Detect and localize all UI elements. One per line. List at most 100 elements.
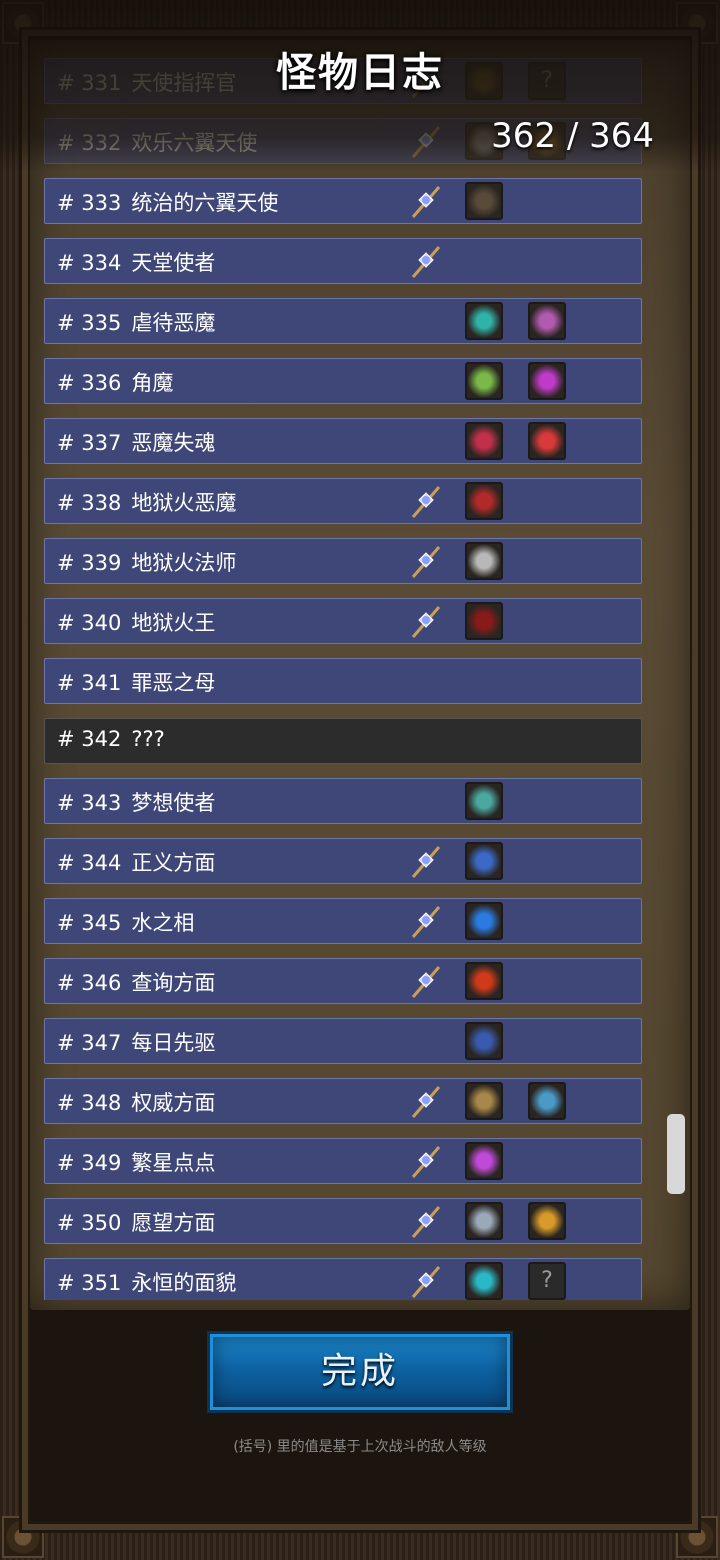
monster-number: # 338 — [57, 491, 122, 515]
amulet-red-icon[interactable] — [465, 422, 503, 460]
amulet-crimson-icon[interactable] — [528, 422, 566, 460]
monster-row[interactable]: # 343 梦想使者 — [44, 778, 642, 824]
monster-entry-text: # 347 每日先驱 — [57, 1027, 215, 1057]
dark-wings-icon[interactable] — [465, 182, 503, 220]
monster-row[interactable]: # 341 罪恶之母 — [44, 658, 642, 704]
magic-staff-icon — [409, 1145, 443, 1179]
blue-armor-icon[interactable] — [465, 842, 503, 880]
discovery-counter: 362 / 364 — [491, 116, 654, 156]
monster-row[interactable]: # 348 权威方面 — [44, 1078, 642, 1124]
monster-entry-text: # 341 罪恶之母 — [57, 667, 215, 697]
monster-name: ??? — [131, 727, 165, 751]
monster-entry-text: # 340 地狱火王 — [57, 607, 215, 637]
monster-name: 水之相 — [131, 911, 195, 935]
scrollbar-thumb[interactable] — [667, 1114, 685, 1194]
monster-entry-text: # 348 权威方面 — [57, 1087, 215, 1117]
monster-row[interactable]: # 344 正义方面 — [44, 838, 642, 884]
monster-entry-text: # 345 水之相 — [57, 907, 194, 937]
amulet-teal-icon[interactable] — [465, 302, 503, 340]
red-wand-icon[interactable] — [465, 482, 503, 520]
monster-number: # 343 — [57, 791, 122, 815]
monster-list[interactable]: # 331 天使指挥官? # 332 欢乐六翼天使 # 333 统治的六翼天使 # 334 天… — [44, 56, 644, 1300]
monster-row[interactable]: # 347 每日先驱 — [44, 1018, 642, 1064]
monster-name: 繁星点点 — [131, 1151, 216, 1175]
monster-name: 梦想使者 — [131, 791, 216, 815]
monster-row[interactable]: # 338 地狱火恶魔 — [44, 478, 642, 524]
monster-name: 愿望方面 — [131, 1211, 216, 1235]
monster-number: # 333 — [57, 191, 122, 215]
magic-staff-icon — [409, 965, 443, 999]
monster-entry-text: # 337 恶魔失魂 — [57, 427, 215, 457]
monster-number: # 337 — [57, 431, 122, 455]
magic-staff-icon — [409, 245, 443, 279]
magic-staff-icon — [409, 1265, 443, 1299]
teal-gem-icon[interactable] — [465, 1262, 503, 1300]
monster-row[interactable]: # 334 天堂使者 — [44, 238, 642, 284]
monster-row[interactable]: # 351 永恒的面貌? — [44, 1258, 642, 1300]
monster-entry-text: # 342??? — [57, 727, 165, 751]
monster-row[interactable]: # 339 地狱火法师 — [44, 538, 642, 584]
crystal-orb-icon[interactable] — [465, 1202, 503, 1240]
monster-entry-text: # 334 天堂使者 — [57, 247, 215, 277]
amulet-purple-icon[interactable] — [528, 302, 566, 340]
magic-staff-icon — [409, 845, 443, 879]
magic-staff-icon — [409, 1085, 443, 1119]
amulet-green-icon[interactable] — [465, 362, 503, 400]
unknown-item-icon[interactable]: ? — [528, 1262, 566, 1300]
done-button[interactable]: 完成 — [210, 1334, 510, 1410]
magic-staff-icon — [409, 125, 443, 159]
monster-row[interactable]: # 340 地狱火王 — [44, 598, 642, 644]
monster-row[interactable]: # 336 角魔 — [44, 358, 642, 404]
gold-rings-icon[interactable] — [528, 1202, 566, 1240]
monster-entry-text: # 333 统治的六翼天使 — [57, 187, 278, 217]
red-wings-icon[interactable] — [465, 602, 503, 640]
monster-entry-text: # 338 地狱火恶魔 — [57, 487, 236, 517]
silver-wand-icon[interactable] — [465, 542, 503, 580]
monster-number: # 332 — [57, 131, 122, 155]
monster-row[interactable]: # 349 繁星点点 — [44, 1138, 642, 1184]
blue-axe-icon[interactable] — [528, 1082, 566, 1120]
monster-entry-text: # 336 角魔 — [57, 367, 173, 397]
monster-row[interactable]: # 350 愿望方面 — [44, 1198, 642, 1244]
monster-row[interactable]: # 337 恶魔失魂 — [44, 418, 642, 464]
magic-staff-icon — [409, 545, 443, 579]
monster-name: 角魔 — [131, 371, 174, 395]
monster-name: 欢乐六翼天使 — [131, 131, 258, 155]
red-tome-icon[interactable] — [465, 962, 503, 1000]
star-lantern-icon[interactable] — [465, 1142, 503, 1180]
monster-entry-text: # 335 虐待恶魔 — [57, 307, 215, 337]
monster-name: 查询方面 — [131, 971, 216, 995]
gold-gauntlets-icon[interactable] — [465, 1082, 503, 1120]
monster-number: # 349 — [57, 1151, 122, 1175]
monster-number: # 341 — [57, 671, 122, 695]
page-title: 怪物日志 — [276, 50, 444, 96]
monster-number: # 348 — [57, 1091, 122, 1115]
monster-row[interactable]: # 333 统治的六翼天使 — [44, 178, 642, 224]
teal-hat-icon[interactable] — [465, 782, 503, 820]
monster-number: # 350 — [57, 1211, 122, 1235]
monster-entry-text: # 350 愿望方面 — [57, 1207, 215, 1237]
magic-staff-icon — [409, 905, 443, 939]
monster-name: 权威方面 — [131, 1091, 216, 1115]
monster-row[interactable]: # 345 水之相 — [44, 898, 642, 944]
monster-name: 地狱火法师 — [131, 551, 237, 575]
monster-number: # 344 — [57, 851, 122, 875]
monster-number: # 339 — [57, 551, 122, 575]
monster-name: 地狱火王 — [131, 611, 216, 635]
monster-row[interactable]: # 346 查询方面 — [44, 958, 642, 1004]
magic-staff-icon — [409, 485, 443, 519]
monster-entry-text: # 346 查询方面 — [57, 967, 215, 997]
blue-potion-icon[interactable] — [465, 902, 503, 940]
monster-number: # 347 — [57, 1031, 122, 1055]
monster-entry-text: # 349 繁星点点 — [57, 1147, 215, 1177]
monster-number: # 345 — [57, 911, 122, 935]
monster-entry-text: # 339 地狱火法师 — [57, 547, 236, 577]
monster-entry-text: # 351 永恒的面貌 — [57, 1267, 236, 1297]
monster-name: 天堂使者 — [131, 251, 216, 275]
magic-staff-icon — [409, 605, 443, 639]
amulet-magenta-icon[interactable] — [528, 362, 566, 400]
monster-entry-text: # 344 正义方面 — [57, 847, 215, 877]
blue-boots-icon[interactable] — [465, 1022, 503, 1060]
monster-row[interactable]: # 335 虐待恶魔 — [44, 298, 642, 344]
monster-row[interactable]: # 342??? — [44, 718, 642, 764]
